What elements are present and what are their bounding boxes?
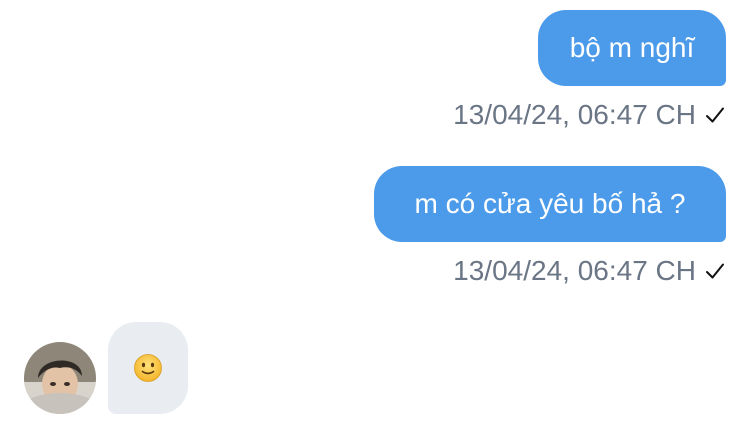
incoming-message-bubble[interactable] — [108, 322, 188, 414]
message-meta: 13/04/24, 06:47 CH — [453, 252, 726, 290]
message-timestamp: 13/04/24, 06:47 CH — [453, 255, 696, 286]
outgoing-message-bubble[interactable]: bộ m nghĩ — [538, 10, 726, 86]
message-text: m có cửa yêu bố hả ? — [414, 188, 686, 219]
outgoing-message-bubble[interactable]: m có cửa yêu bố hả ? — [374, 166, 726, 242]
user-avatar[interactable] — [24, 342, 96, 414]
check-icon — [706, 263, 724, 279]
message-text: bộ m nghĩ — [569, 32, 695, 63]
slightly-smiling-face-emoji — [134, 354, 162, 382]
check-icon — [706, 107, 724, 123]
message-meta: 13/04/24, 06:47 CH — [453, 96, 726, 134]
avatar-photo-icon — [24, 342, 96, 414]
message-timestamp: 13/04/24, 06:47 CH — [453, 99, 696, 130]
